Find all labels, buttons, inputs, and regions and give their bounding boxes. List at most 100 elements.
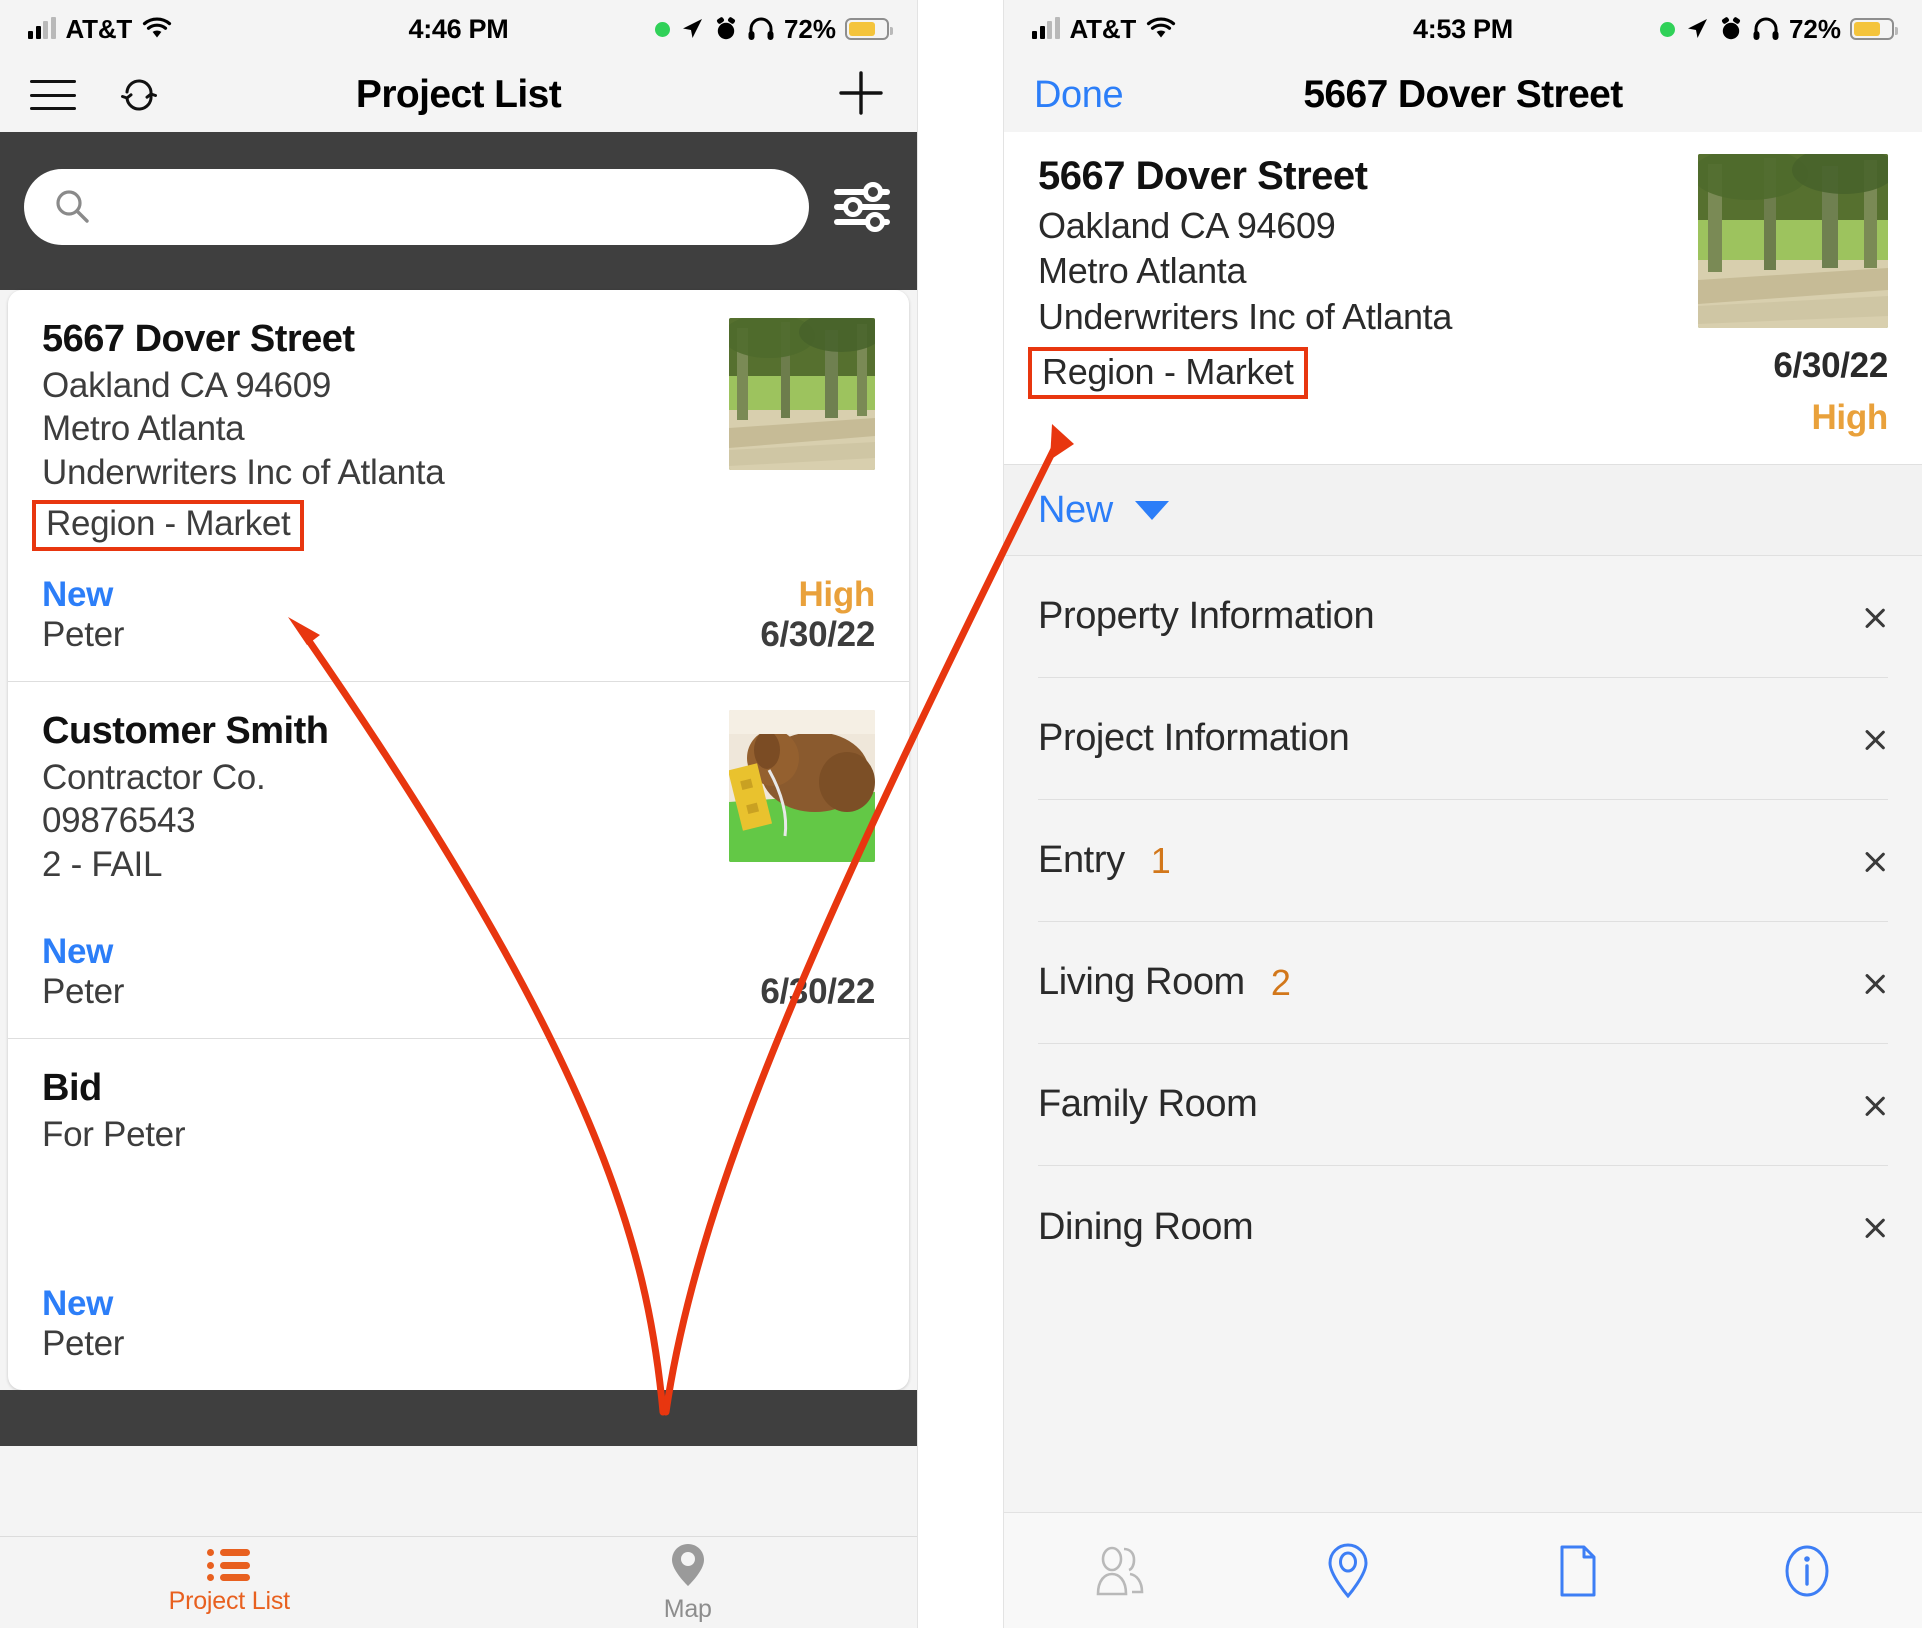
toolbar-documents-button[interactable] [1463, 1541, 1693, 1601]
status-selector-label: New [1038, 488, 1113, 531]
row-entry[interactable]: Entry 1 [1038, 800, 1888, 922]
alarm-clock-icon [1721, 17, 1740, 40]
row-label: Dining Room [1038, 1205, 1254, 1248]
row-property-information[interactable]: Property Information [1038, 556, 1888, 678]
tab-label: Map [663, 1595, 712, 1623]
card-owner: Peter [42, 614, 125, 654]
priority-badge: High [798, 574, 875, 614]
headphones-icon [1753, 17, 1779, 40]
detail-line: Underwriters Inc of Atlanta [1038, 295, 1453, 337]
region-market-highlight: Region - Market [1028, 347, 1308, 399]
search-input[interactable] [106, 190, 781, 224]
region-market-label: Region - Market [1042, 351, 1294, 393]
card-line: 09876543 [42, 801, 196, 841]
card-line: Oakland CA 94609 [42, 366, 332, 405]
screenshot-stage: AT&T 4:46 PM 72% Project List 5667 Dover… [0, 0, 1922, 1628]
left-phone-screen: AT&T 4:46 PM 72% Project List 5667 Dover… [0, 0, 918, 1628]
tab-project-list[interactable]: Project List [0, 1537, 459, 1628]
card-owner: Peter [42, 972, 125, 1012]
search-icon [56, 190, 89, 223]
map-pin-icon [1328, 1542, 1368, 1598]
card-line: Contractor Co. [42, 757, 266, 797]
left-status-bar: AT&T 4:46 PM 72% [0, 0, 917, 58]
detail-priority: High [1811, 398, 1888, 437]
battery-percent-label: 72% [783, 13, 836, 44]
card-title: Bid [42, 1067, 102, 1110]
row-family-room[interactable]: Family Room [1038, 1044, 1888, 1166]
row-label: Entry [1038, 839, 1125, 881]
status-selector[interactable]: New [1004, 464, 1922, 556]
list-item[interactable]: Customer Smith Contractor Co. 09876543 2… [8, 682, 909, 1040]
page-title: 5667 Dover Street [1303, 73, 1623, 116]
tree-path-photo [729, 318, 875, 470]
row-label: Property Information [1038, 595, 1375, 637]
status-right-group: 72% [1659, 13, 1898, 45]
toolbar-map-button[interactable] [1234, 1541, 1464, 1601]
chevron-right-icon [1866, 842, 1888, 880]
row-label: Project Information [1038, 717, 1350, 759]
battery-icon [845, 18, 893, 40]
chevron-right-icon [1866, 1208, 1888, 1246]
info-circle-icon [1785, 1545, 1829, 1596]
card-title: Customer Smith [42, 709, 329, 752]
right-bottom-toolbar [1004, 1512, 1922, 1628]
document-page-icon [1560, 1545, 1596, 1596]
card-line: Metro Atlanta [42, 409, 245, 449]
region-market-highlight: Region - Market [32, 500, 305, 551]
left-tab-bar: Project List Map [0, 1536, 917, 1628]
toolbar-info-button[interactable] [1693, 1540, 1922, 1602]
hamburger-icon[interactable] [30, 80, 76, 110]
row-living-room[interactable]: Living Room 2 [1038, 922, 1888, 1044]
row-project-information[interactable]: Project Information [1038, 678, 1888, 800]
region-market-label: Region - Market [46, 504, 291, 544]
sync-icon[interactable] [116, 72, 162, 118]
card-thumbnail [729, 318, 875, 470]
toolbar-contacts-button[interactable] [1004, 1542, 1234, 1600]
card-owner: Peter [42, 1324, 125, 1364]
right-phone-screen: AT&T 4:53 PM 72% Done 5667 Dover Street … [1003, 0, 1922, 1628]
done-button[interactable]: Done [1034, 74, 1124, 117]
tree-path-photo [1698, 154, 1888, 328]
search-box[interactable] [24, 169, 809, 245]
recording-indicator-icon [1659, 21, 1675, 37]
plus-icon[interactable] [835, 67, 887, 119]
tab-label: Project List [168, 1587, 290, 1615]
map-pin-icon [671, 1544, 704, 1586]
bottom-dark-spacer [0, 1390, 917, 1447]
card-date: 6/30/22 [760, 972, 875, 1012]
list-item[interactable]: Bid For Peter New Peter [8, 1039, 909, 1390]
row-count: 1 [1150, 839, 1171, 881]
right-status-bar: AT&T 4:53 PM 72% [1004, 0, 1922, 58]
status-badge: New [42, 932, 114, 972]
status-right-group: 72% [654, 13, 893, 45]
project-list: 5667 Dover Street Oakland CA 94609 Metro… [8, 290, 909, 1391]
search-strip [0, 132, 917, 290]
headphones-icon [748, 17, 774, 40]
card-title: 5667 Dover Street [42, 318, 355, 360]
detail-thumbnail [1698, 154, 1888, 328]
caret-down-icon [1134, 500, 1169, 520]
tab-map[interactable]: Map [459, 1537, 918, 1628]
status-badge: New [42, 574, 114, 614]
detail-line: Metro Atlanta [1038, 250, 1247, 292]
project-card-area: 5667 Dover Street Oakland CA 94609 Metro… [0, 290, 917, 1391]
dog-photo [729, 709, 875, 862]
location-arrow-icon [682, 19, 702, 38]
card-line: For Peter [42, 1115, 186, 1155]
detail-row-list: Property Information Project Information… [1004, 556, 1922, 1288]
card-thumbnail [729, 709, 875, 862]
left-nav-bar: Project List [0, 58, 917, 132]
recording-indicator-icon [654, 21, 670, 37]
card-line: 2 - FAIL [42, 844, 163, 884]
list-icon [207, 1549, 251, 1581]
sliders-filter-icon[interactable] [831, 179, 893, 235]
detail-title: 5667 Dover Street [1038, 154, 1368, 198]
status-badge: New [42, 1284, 114, 1324]
list-item[interactable]: 5667 Dover Street Oakland CA 94609 Metro… [8, 290, 909, 682]
chevron-right-icon [1866, 720, 1888, 758]
battery-percent-label: 72% [1788, 13, 1841, 44]
detail-header: 5667 Dover Street Oakland CA 94609 Metro… [1004, 132, 1922, 464]
chevron-right-icon [1866, 964, 1888, 1002]
row-dining-room[interactable]: Dining Room [1038, 1166, 1888, 1288]
location-arrow-icon [1687, 19, 1707, 38]
